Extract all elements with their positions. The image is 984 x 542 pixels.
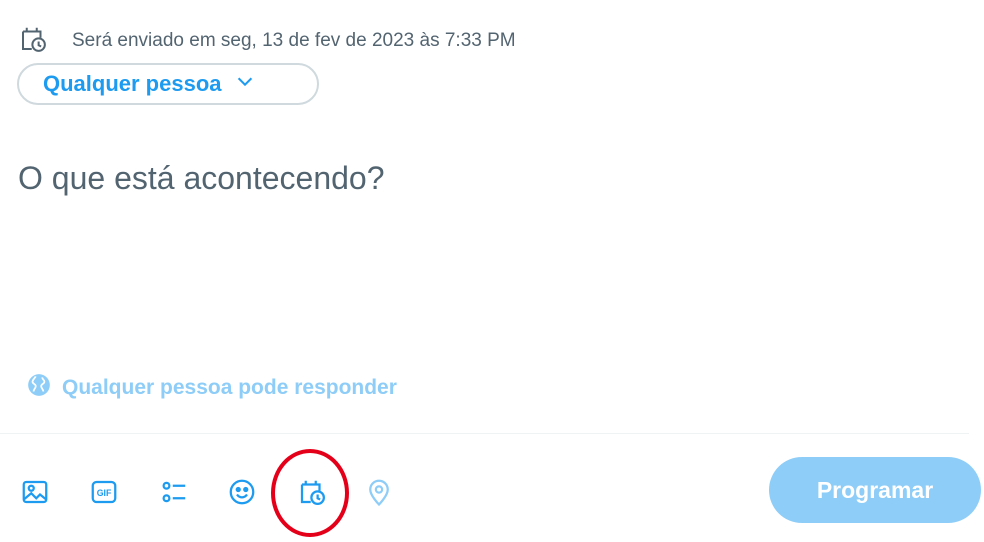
audience-label: Qualquer pessoa [43,71,222,96]
image-icon[interactable] [15,472,55,512]
reply-setting-label: Qualquer pessoa pode responder [62,376,397,399]
globe-icon [26,372,62,404]
svg-text:GIF: GIF [97,488,112,498]
highlight-annotation-circle [271,449,349,537]
schedule-text: Será enviado em seg, 13 de fev de 2023 à… [72,30,516,51]
location-icon[interactable] [359,472,399,512]
schedule-submit-button[interactable]: Programar [769,457,981,523]
chevron-down-icon [222,70,256,98]
calendar-clock-icon [18,24,48,59]
emoji-icon[interactable] [222,472,262,512]
audience-button[interactable]: Qualquer pessoa [17,63,319,105]
poll-icon[interactable] [154,472,194,512]
schedule-info: Será enviado em seg, 13 de fev de 2023 à… [18,27,516,54]
divider [0,433,969,434]
reply-setting-button[interactable]: Qualquer pessoa pode responder [26,372,397,404]
gif-icon[interactable]: GIF [84,472,124,512]
compose-input[interactable]: O que está acontecendo? [18,160,385,197]
